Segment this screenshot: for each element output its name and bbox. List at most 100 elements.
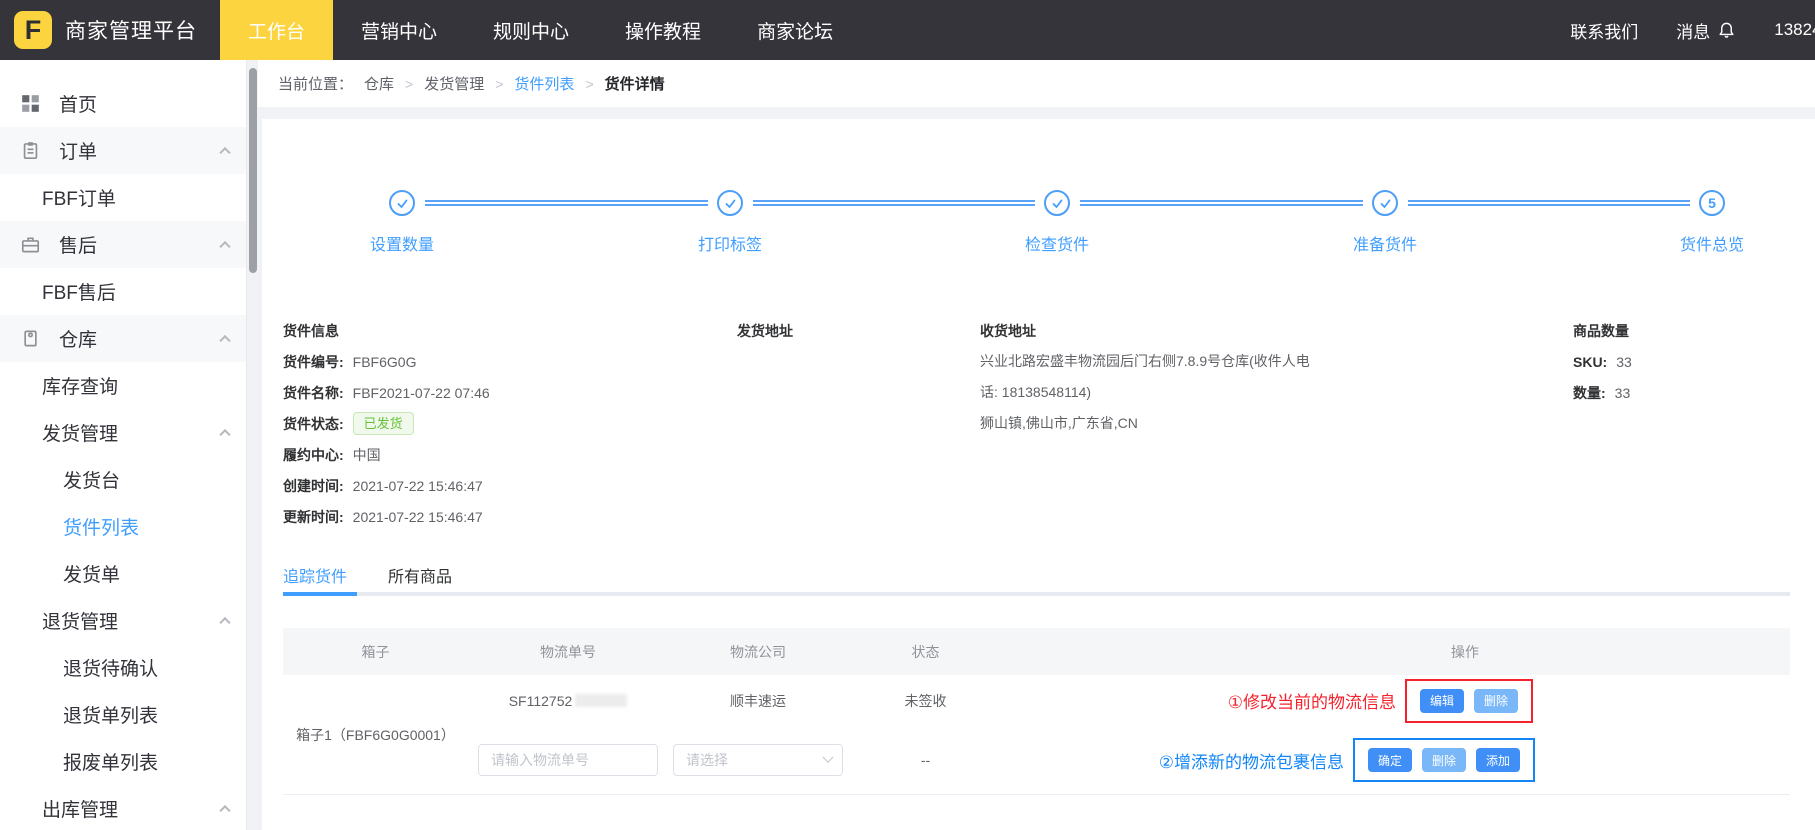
step-shipment-overview: 5 货件总览 <box>1642 185 1782 255</box>
carrier-select[interactable]: 请选择 <box>673 744 843 776</box>
step-print-label: 打印标签 <box>660 185 800 255</box>
sidebar-item-fbf-orders[interactable]: FBF订单 <box>0 174 246 221</box>
receive-address-line1: 兴业北路宏盛丰物流园后门右侧7.8.9号仓库(收件人电话: 1813854811… <box>980 346 1316 408</box>
status-new: -- <box>848 727 1003 794</box>
header-box: 箱子 <box>283 642 468 662</box>
sidebar-item-home[interactable]: 首页 <box>0 80 246 127</box>
sku-value: 33 <box>1616 354 1632 370</box>
edit-button[interactable]: 编辑 <box>1420 689 1464 713</box>
sidebar-item-aftersale[interactable]: 售后 <box>0 221 246 268</box>
annotation-add-note: ②增添新的物流包裹信息 <box>1159 748 1344 773</box>
tracking-table: 箱子 物流单号 物流公司 状态 操作 箱子1（FBF6G0G0001） SF11… <box>283 628 1790 795</box>
actions-cell: ①修改当前的物流信息 编辑 删除 ②增添新的物流包裹信息 确定 删除 添加 <box>1003 675 1790 794</box>
carrier-cell: 顺丰速运 请选择 <box>668 675 848 794</box>
ship-address-column: 发货地址 <box>737 315 793 346</box>
topnav-marketing[interactable]: 营销中心 <box>333 0 465 60</box>
topnav: 工作台 营销中心 规则中心 操作教程 商家论坛 <box>220 0 861 60</box>
add-button[interactable]: 添加 <box>1476 748 1520 772</box>
sidebar-item-label: 发货台 <box>63 466 120 493</box>
sidebar: 首页 订单 FBF订单 售后 FBF售后 仓库 库存查询 发货管理 发货台 货件… <box>0 60 247 830</box>
topnav-rules[interactable]: 规则中心 <box>465 0 597 60</box>
sidebar-item-label: 退货管理 <box>42 607 118 634</box>
new-actions-highlight-box: 确定 删除 添加 <box>1353 738 1535 782</box>
vertical-scrollbar <box>249 60 257 830</box>
breadcrumb: 当前位置： 仓库 > 发货管理 > 货件列表 > 货件详情 <box>258 60 1815 107</box>
shipment-status-row: 货件状态: 已发货 <box>283 408 713 439</box>
order-clipboard-icon <box>21 141 40 160</box>
brand-logo[interactable]: F <box>14 11 52 49</box>
messages-link[interactable]: 消息 <box>1676 18 1736 43</box>
sidebar-item-scrap-list[interactable]: 报废单列表 <box>0 738 246 785</box>
topnav-tutorial[interactable]: 操作教程 <box>597 0 729 60</box>
quantity-title: 商品数量 <box>1573 315 1632 346</box>
chevron-up-icon <box>219 240 230 251</box>
topnav-forum[interactable]: 商家论坛 <box>729 0 861 60</box>
sidebar-item-label: 退货待确认 <box>63 654 158 681</box>
sidebar-item-label: 退货单列表 <box>63 701 158 728</box>
tab-underline-active <box>283 592 357 596</box>
step-set-quantity: 设置数量 <box>332 185 472 255</box>
topbar-right: 联系我们 消息 138244 <box>1570 18 1815 43</box>
sidebar-item-outbound-mgmt[interactable]: 出库管理 <box>0 785 246 830</box>
delete-new-button[interactable]: 删除 <box>1422 748 1466 772</box>
table-row: 箱子1（FBF6G0G0001） SF112752 顺丰速运 请选择 <box>283 675 1790 795</box>
messages-label: 消息 <box>1676 18 1710 43</box>
check-icon <box>1051 197 1064 210</box>
sidebar-item-orders[interactable]: 订单 <box>0 127 246 174</box>
topbar: F 商家管理平台 工作台 营销中心 规则中心 操作教程 商家论坛 联系我们 消息… <box>0 0 1815 60</box>
sidebar-item-fbf-aftersale[interactable]: FBF售后 <box>0 268 246 315</box>
app-window: F 商家管理平台 工作台 营销中心 规则中心 操作教程 商家论坛 联系我们 消息… <box>0 0 1815 830</box>
sidebar-item-shipment-list[interactable]: 货件列表 <box>0 503 246 550</box>
breadcrumb-shipment-list-link[interactable]: 货件列表 <box>514 73 574 94</box>
sidebar-item-return-pending[interactable]: 退货待确认 <box>0 644 246 691</box>
status-badge: 已发货 <box>353 412 414 435</box>
created-time-row: 创建时间: 2021-07-22 15:46:47 <box>283 470 713 501</box>
shipment-info-column: 货件信息 货件编号: FBF6G0G 货件名称: FBF2021-07-22 0… <box>283 315 713 532</box>
bell-icon <box>1717 21 1736 40</box>
header-carrier: 物流公司 <box>668 642 848 662</box>
sku-row: SKU: 33 <box>1573 346 1632 377</box>
status-cell: 未签收 -- <box>848 675 1003 794</box>
aftersale-briefcase-icon <box>21 235 40 254</box>
sidebar-item-label: 订单 <box>59 137 97 164</box>
sidebar-item-label: 发货管理 <box>42 419 118 446</box>
sidebar-item-return-list[interactable]: 退货单列表 <box>0 691 246 738</box>
account-phone[interactable]: 138244 <box>1774 20 1815 40</box>
qty-row: 数量: 33 <box>1573 377 1632 408</box>
ship-address-title: 发货地址 <box>737 315 793 346</box>
box-cell: 箱子1（FBF6G0G0001） <box>283 675 468 794</box>
receive-address-title: 收货地址 <box>980 315 1316 346</box>
sidebar-item-label: FBF售后 <box>42 278 116 305</box>
tracking-no-input[interactable] <box>478 744 658 776</box>
status-existing: 未签收 <box>848 675 1003 727</box>
tab-tracking[interactable]: 追踪货件 <box>283 563 347 587</box>
sidebar-item-shipping-desk[interactable]: 发货台 <box>0 456 246 503</box>
home-grid-icon <box>21 94 40 113</box>
sidebar-item-shipping-order[interactable]: 发货单 <box>0 550 246 597</box>
sidebar-item-inventory-query[interactable]: 库存查询 <box>0 362 246 409</box>
updated-time-row: 更新时间: 2021-07-22 15:46:47 <box>283 501 713 532</box>
box-label: 箱子1（FBF6G0G0001） <box>296 725 455 745</box>
chevron-up-icon <box>219 616 230 627</box>
confirm-button[interactable]: 确定 <box>1368 748 1412 772</box>
scrollbar-thumb[interactable] <box>249 68 257 273</box>
shipment-detail-card: 设置数量 打印标签 检查货件 准备货件 5 货件总览 货件信息 <box>262 119 1815 830</box>
header-status: 状态 <box>848 642 1003 662</box>
sidebar-item-return-mgmt[interactable]: 退货管理 <box>0 597 246 644</box>
topnav-workbench[interactable]: 工作台 <box>220 0 333 60</box>
step-check-shipment: 检查货件 <box>987 185 1127 255</box>
sidebar-item-warehouse[interactable]: 仓库 <box>0 315 246 362</box>
delete-button[interactable]: 删除 <box>1474 689 1518 713</box>
qty-value: 33 <box>1615 385 1631 401</box>
contact-us-link[interactable]: 联系我们 <box>1570 18 1638 43</box>
sidebar-item-label: 报废单列表 <box>63 748 158 775</box>
shipment-info-title: 货件信息 <box>283 315 713 346</box>
tab-all-products[interactable]: 所有商品 <box>388 563 452 587</box>
header-tracking-no: 物流单号 <box>468 642 668 662</box>
sidebar-item-label: 库存查询 <box>42 372 118 399</box>
check-icon <box>1379 197 1392 210</box>
breadcrumb-separator: > <box>585 76 593 92</box>
annotation-edit-note: ①修改当前的物流信息 <box>1228 688 1396 713</box>
sidebar-item-shipping-mgmt[interactable]: 发货管理 <box>0 409 246 456</box>
shipment-name-value: FBF2021-07-22 07:46 <box>353 385 490 401</box>
